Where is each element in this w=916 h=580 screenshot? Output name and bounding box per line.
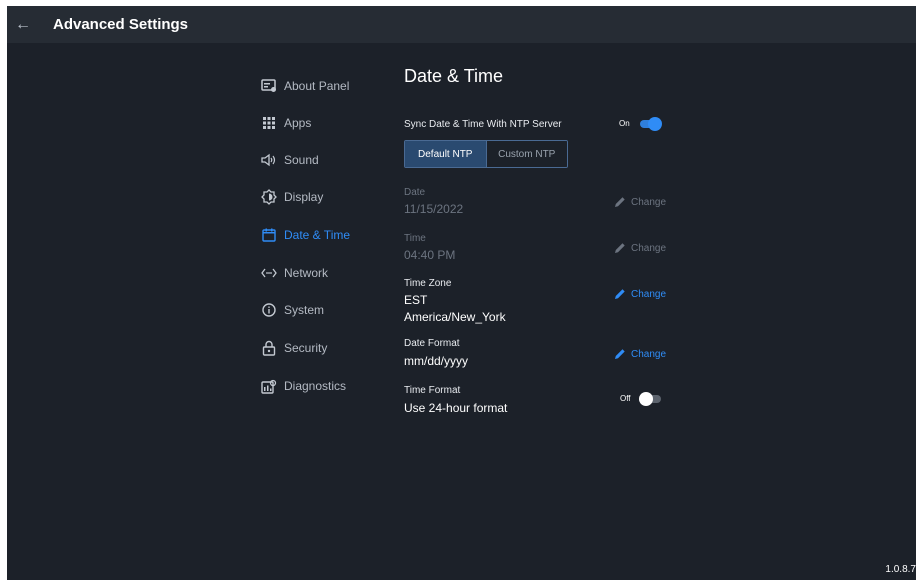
pencil-icon bbox=[615, 197, 625, 207]
top-bar: ← Advanced Settings bbox=[7, 6, 916, 43]
time-format-value: Use 24-hour format bbox=[404, 401, 508, 415]
toggle-track bbox=[638, 391, 661, 406]
sidebar-item-display[interactable]: Display bbox=[261, 186, 323, 208]
sidebar-item-label: Apps bbox=[284, 116, 312, 130]
date-format-value: mm/dd/yyyy bbox=[404, 354, 469, 368]
sidebar-item-label: Date & Time bbox=[284, 228, 351, 242]
change-label: Change bbox=[631, 288, 667, 300]
sidebar-item-label: Network bbox=[284, 266, 329, 280]
sync-ntp-toggle[interactable]: On bbox=[619, 116, 662, 131]
sidebar-item-apps[interactable]: Apps bbox=[261, 112, 311, 134]
network-code-icon bbox=[261, 265, 277, 281]
sidebar-item-diagnostics[interactable]: Diagnostics bbox=[261, 375, 346, 397]
apps-grid-icon bbox=[261, 115, 277, 131]
toggle-state-label: On bbox=[619, 119, 630, 128]
sidebar-item-label: Diagnostics bbox=[284, 379, 347, 393]
time-label: Time bbox=[404, 233, 426, 244]
toggle-state-label: Off bbox=[620, 394, 631, 403]
about-panel-icon bbox=[261, 78, 277, 94]
date-change-button[interactable]: Change bbox=[613, 195, 666, 209]
sidebar-item-label: Sound bbox=[284, 153, 319, 167]
toggle-knob bbox=[647, 116, 662, 131]
timezone-change-button[interactable]: Change bbox=[613, 287, 666, 301]
sidebar-item-sound[interactable]: Sound bbox=[261, 149, 319, 171]
diagnostics-icon bbox=[261, 378, 277, 394]
change-label: Change bbox=[631, 196, 667, 208]
toggle-track bbox=[639, 116, 662, 131]
timezone-label: Time Zone bbox=[404, 278, 452, 289]
sidebar-item-system[interactable]: System bbox=[261, 299, 324, 321]
display-brightness-icon bbox=[261, 189, 277, 205]
calendar-icon bbox=[261, 227, 277, 243]
timezone-abbr: EST bbox=[404, 293, 428, 307]
time-value: 04:40 PM bbox=[404, 248, 456, 262]
pencil-icon bbox=[615, 349, 625, 359]
sidebar-item-label: Display bbox=[284, 190, 324, 204]
info-icon bbox=[261, 302, 277, 318]
lock-icon bbox=[261, 340, 277, 356]
speaker-icon bbox=[261, 152, 277, 168]
date-format-change-button[interactable]: Change bbox=[613, 347, 666, 361]
page-title: Date & Time bbox=[404, 66, 504, 86]
change-label: Change bbox=[631, 242, 667, 254]
time-change-button[interactable]: Change bbox=[613, 241, 666, 255]
time-format-toggle[interactable]: Off bbox=[620, 391, 661, 406]
page-header-title: Advanced Settings bbox=[53, 16, 189, 33]
sidebar-item-date-time[interactable]: Date & Time bbox=[261, 224, 350, 246]
sidebar-item-security[interactable]: Security bbox=[261, 337, 327, 359]
sidebar-item-label: About Panel bbox=[284, 79, 350, 93]
back-arrow-icon[interactable]: ← bbox=[7, 6, 39, 43]
pencil-icon bbox=[615, 289, 625, 299]
pencil-icon bbox=[615, 243, 625, 253]
sidebar-item-label: System bbox=[284, 303, 325, 317]
date-value: 11/15/2022 bbox=[404, 202, 464, 216]
version-label: 1.0.8.7 bbox=[885, 564, 916, 575]
date-format-label: Date Format bbox=[404, 338, 460, 349]
date-label: Date bbox=[404, 187, 426, 198]
toggle-knob bbox=[638, 391, 653, 406]
tab-custom-ntp[interactable]: Custom NTP bbox=[486, 141, 567, 167]
sidebar-item-network[interactable]: Network bbox=[261, 262, 328, 284]
sidebar-item-about-panel[interactable]: About Panel bbox=[261, 75, 349, 97]
change-label: Change bbox=[631, 348, 667, 360]
tab-default-ntp[interactable]: Default NTP bbox=[405, 141, 487, 167]
sync-ntp-label: Sync Date & Time With NTP Server bbox=[404, 119, 562, 130]
timezone-region: America/New_York bbox=[404, 310, 506, 324]
ntp-tab-group: Default NTP Custom NTP bbox=[404, 140, 568, 168]
sidebar-item-label: Security bbox=[284, 341, 328, 355]
time-format-label: Time Format bbox=[404, 385, 461, 396]
settings-window: ← Advanced Settings About Panel Apps Sou… bbox=[7, 6, 916, 580]
